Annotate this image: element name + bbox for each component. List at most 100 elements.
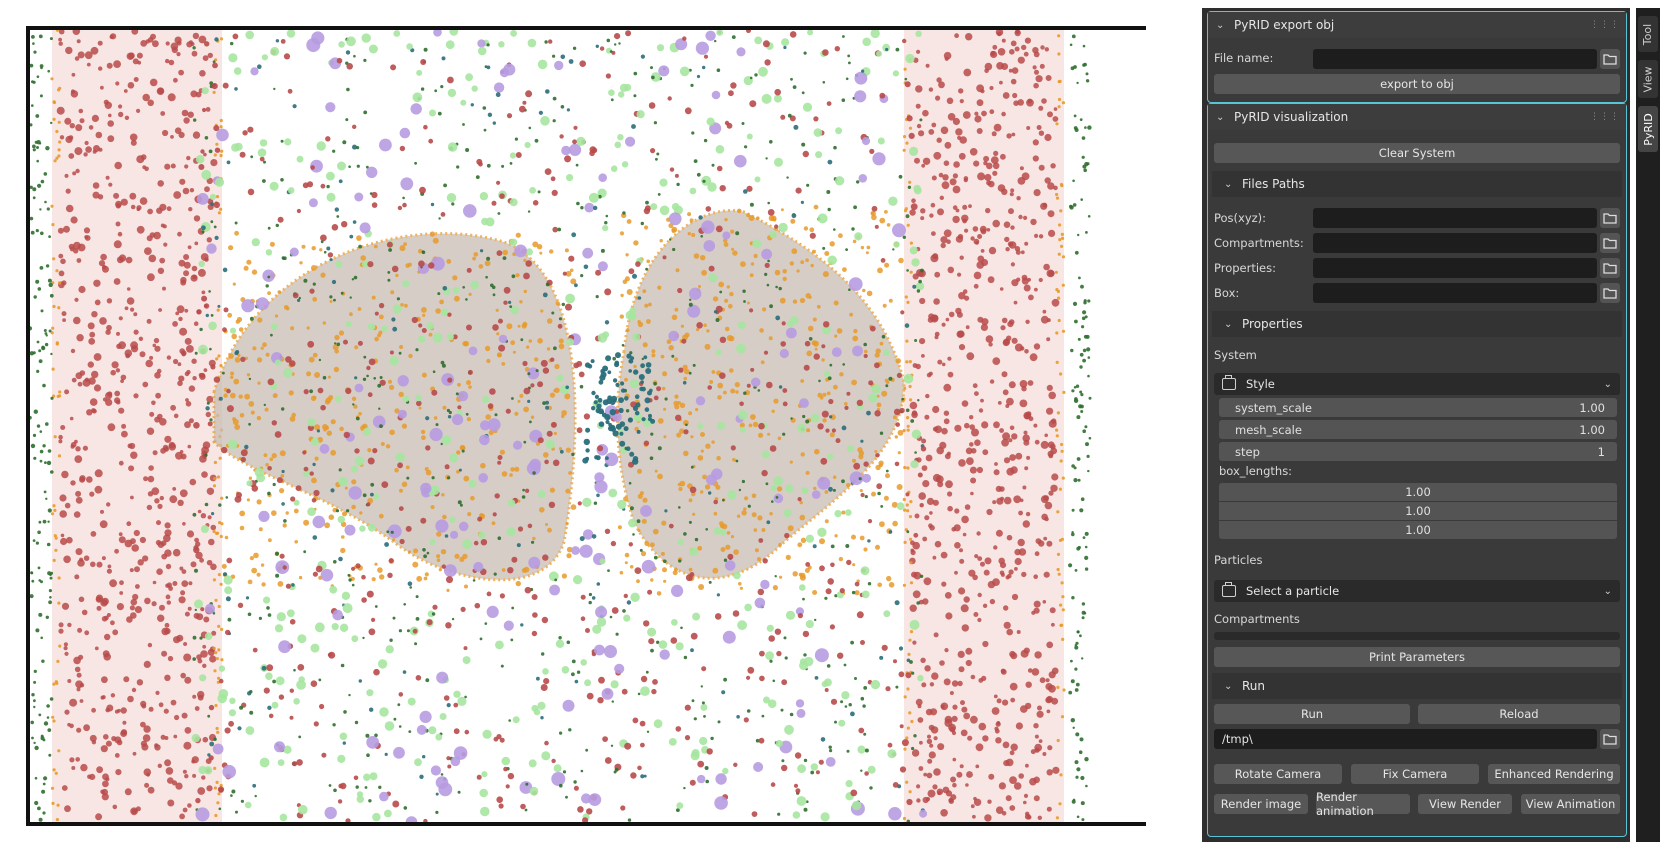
fix-camera-button[interactable]: Fix Camera [1351, 764, 1479, 784]
output-path-field[interactable]: /tmp\ [1214, 729, 1597, 749]
membrane-particle [951, 527, 956, 532]
render-viewport[interactable] [24, 22, 1146, 826]
export-obj-panel-header[interactable]: ⌄ PyRID export obj ⋮⋮⋮ [1208, 12, 1626, 38]
free-particle [312, 462, 316, 467]
membrane-particle [1034, 734, 1039, 739]
membrane-particle [980, 398, 984, 403]
free-particle [845, 509, 852, 516]
visualization-panel-header[interactable]: ⌄ PyRID visualization ⋮⋮⋮ [1208, 104, 1626, 130]
vesicle-surface-particle [422, 313, 426, 317]
free-particle [298, 804, 308, 815]
box-length-z-field[interactable]: 1.00 [1219, 521, 1617, 539]
vesicle-surface-particle [441, 493, 445, 497]
clear-system-button[interactable]: Clear System [1214, 143, 1620, 163]
step-field[interactable]: step 1 [1219, 442, 1617, 461]
free-particle [846, 445, 855, 453]
pos-field[interactable] [1313, 208, 1597, 228]
membrane-particle [1024, 466, 1029, 471]
free-particle [329, 585, 338, 594]
compartments-list[interactable] [1214, 632, 1620, 640]
free-particle [487, 403, 494, 409]
tab-tool[interactable]: Tool [1638, 16, 1658, 52]
system-scale-field[interactable]: system_scale 1.00 [1219, 398, 1617, 417]
view-animation-button[interactable]: View Animation [1521, 794, 1620, 814]
tab-view[interactable]: View [1638, 60, 1658, 98]
folder-icon[interactable] [1600, 283, 1620, 303]
drag-grip-icon[interactable]: ⋮⋮⋮ [1590, 112, 1620, 122]
mesh-scale-field[interactable]: mesh_scale 1.00 [1219, 420, 1617, 439]
render-animation-button[interactable]: Render animation [1316, 790, 1410, 818]
membrane-particle [1033, 795, 1040, 802]
free-particle [212, 62, 218, 69]
membrane-particle [91, 370, 99, 379]
free-particle [346, 63, 354, 70]
free-particle [478, 162, 483, 167]
folder-icon[interactable] [1600, 49, 1620, 69]
run-subpanel-header[interactable]: ⌄ Run [1212, 673, 1622, 699]
free-particle [333, 298, 336, 302]
box-path-field[interactable] [1313, 283, 1597, 303]
vesicle-surface-particle [724, 298, 729, 303]
drag-grip-icon[interactable]: ⋮⋮⋮ [1590, 20, 1620, 30]
style-dropdown[interactable]: Style ⌄ [1214, 373, 1620, 395]
file-name-field[interactable] [1313, 49, 1597, 69]
fringe-particle [1079, 352, 1084, 357]
free-particle [340, 663, 345, 668]
free-particle [293, 668, 296, 672]
free-particle [677, 287, 683, 294]
free-particle [825, 428, 830, 433]
fringe-particle [38, 579, 41, 582]
cluster-particle [585, 427, 591, 433]
free-particle [747, 504, 751, 508]
vesicle-surface-particle [805, 258, 809, 262]
membrane-particle [1013, 782, 1022, 790]
free-particle [348, 486, 362, 500]
membrane-particle [992, 357, 1001, 365]
folder-icon[interactable] [1600, 729, 1620, 749]
print-parameters-button[interactable]: Print Parameters [1214, 647, 1620, 667]
box-length-x-field[interactable]: 1.00 [1219, 483, 1617, 501]
view-render-button[interactable]: View Render [1418, 794, 1512, 814]
box-length-y-field[interactable]: 1.00 [1219, 502, 1617, 520]
membrane-particle [969, 148, 978, 156]
free-particle [336, 215, 340, 218]
particle-dropdown[interactable]: Select a particle ⌄ [1214, 580, 1620, 602]
membrane-particle [954, 570, 958, 575]
export-to-obj-button[interactable]: export to obj [1214, 74, 1620, 94]
run-button[interactable]: Run [1214, 704, 1410, 724]
free-particle [880, 258, 886, 263]
folder-icon[interactable] [1600, 208, 1620, 228]
free-particle [824, 688, 829, 692]
reload-button[interactable]: Reload [1418, 704, 1620, 724]
properties-path-field[interactable] [1313, 258, 1597, 278]
tab-pyrid[interactable]: PyRID [1638, 106, 1658, 152]
free-particle [810, 770, 815, 775]
vesicle-surface-particle [258, 527, 263, 532]
vesicle-surface-particle [633, 240, 639, 246]
membrane-edge-particle [54, 548, 58, 552]
folder-icon[interactable] [1600, 258, 1620, 278]
membrane-particle [915, 363, 921, 370]
free-particle [245, 726, 255, 735]
free-particle [467, 369, 473, 375]
membrane-particle [1030, 218, 1037, 226]
vesicle-surface-particle [748, 423, 753, 428]
compartments-path-field[interactable] [1313, 233, 1597, 253]
enhanced-rendering-button[interactable]: Enhanced Rendering [1488, 764, 1620, 784]
free-particle [211, 83, 218, 90]
membrane-particle [1010, 78, 1017, 85]
render-image-button[interactable]: Render image [1214, 794, 1308, 814]
free-particle [209, 193, 217, 201]
folder-icon[interactable] [1600, 233, 1620, 253]
free-particle [195, 154, 205, 164]
cluster-particle [635, 402, 641, 408]
fringe-particle [1083, 611, 1087, 615]
membrane-particle [931, 175, 937, 181]
free-particle [610, 540, 617, 547]
rotate-camera-button[interactable]: Rotate Camera [1214, 764, 1342, 784]
free-particle [717, 720, 721, 724]
properties-subpanel-header[interactable]: ⌄ Properties [1212, 311, 1622, 337]
vesicle-surface-particle [680, 324, 685, 328]
membrane-particle [989, 598, 996, 605]
files-paths-subpanel-header[interactable]: ⌄ Files Paths [1212, 171, 1622, 197]
